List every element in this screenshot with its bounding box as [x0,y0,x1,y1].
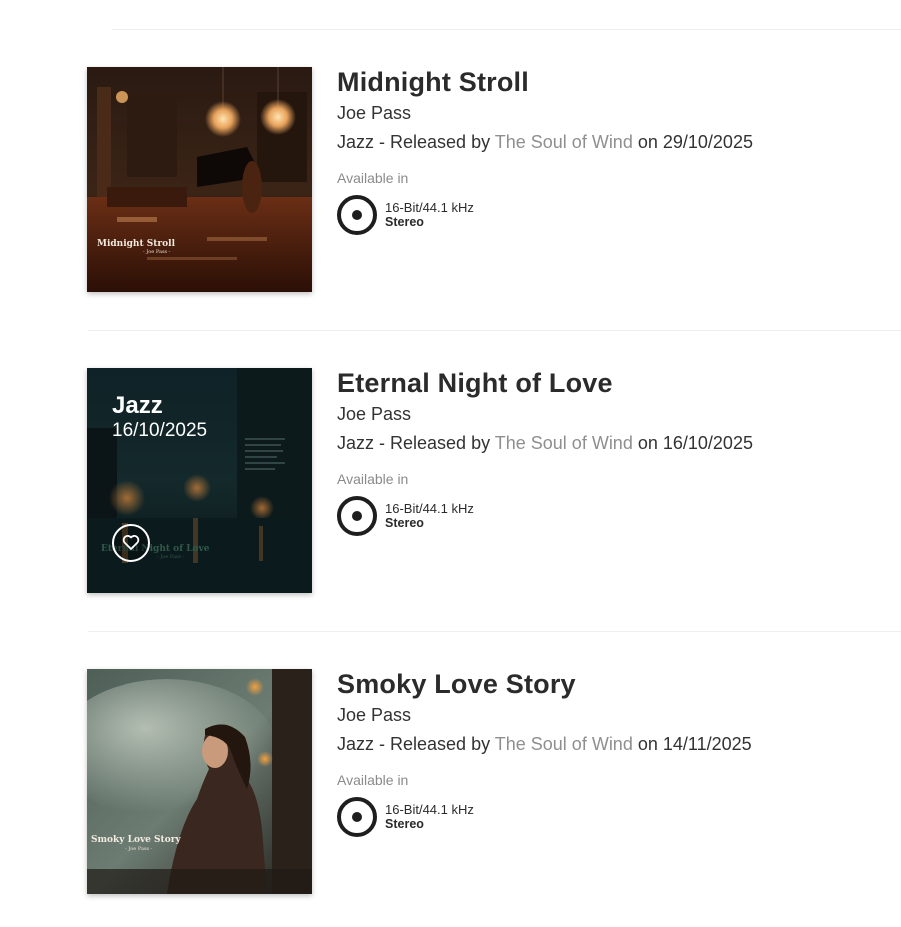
record-label-link[interactable]: The Soul of Wind [495,734,633,754]
disc-icon [337,496,377,536]
divider [88,330,901,331]
release-date: 14/11/2025 [662,734,752,754]
quality-badge: 16-Bit/44.1 kHz Stereo [337,195,877,235]
cover-art-smoky-portrait: Smoky Love Story - Joe Pass - [87,669,312,894]
audio-quality: 16-Bit/44.1 kHz [385,802,474,817]
album-meta: Jazz - Released by The Soul of Wind on 1… [337,733,877,755]
album-meta: Jazz - Released by The Soul of Wind on 2… [337,131,877,153]
cover-caption-artist: - Joe Pass - [157,554,185,560]
album-item: Smoky Love Story - Joe Pass - Smoky Love… [0,669,901,927]
released-by-text: - Released by [374,734,495,754]
released-by-text: - Released by [374,132,495,152]
on-text: on [632,132,663,152]
album-genre: Jazz [337,433,375,453]
cover-caption-title: Midnight Stroll [97,239,176,249]
favorite-button[interactable] [112,524,150,562]
album-item: Midnight Stroll - Joe Pass - Midnight St… [0,67,901,368]
disc-icon [337,195,377,235]
audio-channels: Stereo [385,817,424,831]
on-text: on [632,433,663,453]
on-text: on [632,734,663,754]
record-label-link[interactable]: The Soul of Wind [495,433,633,453]
available-in-label: Available in [337,170,409,186]
album-cover[interactable]: Smoky Love Story - Joe Pass - [87,669,312,894]
disc-icon [337,797,377,837]
album-title[interactable]: Smoky Love Story [337,669,877,699]
audio-quality: 16-Bit/44.1 kHz [385,200,474,215]
divider [88,631,901,632]
album-info: Smoky Love Story Joe Pass Jazz - Release… [337,669,877,837]
cover-caption-artist: - Joe Pass - [125,846,153,852]
album-artist[interactable]: Joe Pass [337,704,877,726]
cover-art-rainy-street: Jazz 16/10/2025 Eternal Night of Love - … [87,368,312,593]
cover-overlay-genre: Jazz [112,392,163,419]
top-divider [112,29,901,30]
quality-badge: 16-Bit/44.1 kHz Stereo [337,496,877,536]
available-in-label: Available in [337,772,409,788]
album-meta: Jazz - Released by The Soul of Wind on 1… [337,432,877,454]
cover-overlay-date: 16/10/2025 [112,420,207,441]
album-artist[interactable]: Joe Pass [337,102,877,124]
available-in-label: Available in [337,471,409,487]
cover-art-jazz-club: Midnight Stroll - Joe Pass - [87,67,312,292]
album-title[interactable]: Midnight Stroll [337,67,877,97]
album-info: Eternal Night of Love Joe Pass Jazz - Re… [337,368,877,536]
release-date: 29/10/2025 [662,132,753,152]
album-genre: Jazz [337,734,375,754]
album-cover[interactable]: Jazz 16/10/2025 Eternal Night of Love - … [87,368,312,593]
album-cover[interactable]: Midnight Stroll - Joe Pass - [87,67,312,292]
album-genre: Jazz [337,132,375,152]
released-by-text: - Released by [374,433,495,453]
audio-quality: 16-Bit/44.1 kHz [385,501,474,516]
audio-channels: Stereo [385,516,424,530]
cover-caption-title: Smoky Love Story [91,835,181,845]
album-artist[interactable]: Joe Pass [337,403,877,425]
audio-channels: Stereo [385,215,424,229]
record-label-link[interactable]: The Soul of Wind [495,132,633,152]
album-item: Jazz 16/10/2025 Eternal Night of Love - … [0,368,901,669]
cover-caption-artist: - Joe Pass - [143,249,171,255]
release-date: 16/10/2025 [662,433,753,453]
quality-badge: 16-Bit/44.1 kHz Stereo [337,797,877,837]
album-title[interactable]: Eternal Night of Love [337,368,877,398]
album-info: Midnight Stroll Joe Pass Jazz - Released… [337,67,877,235]
